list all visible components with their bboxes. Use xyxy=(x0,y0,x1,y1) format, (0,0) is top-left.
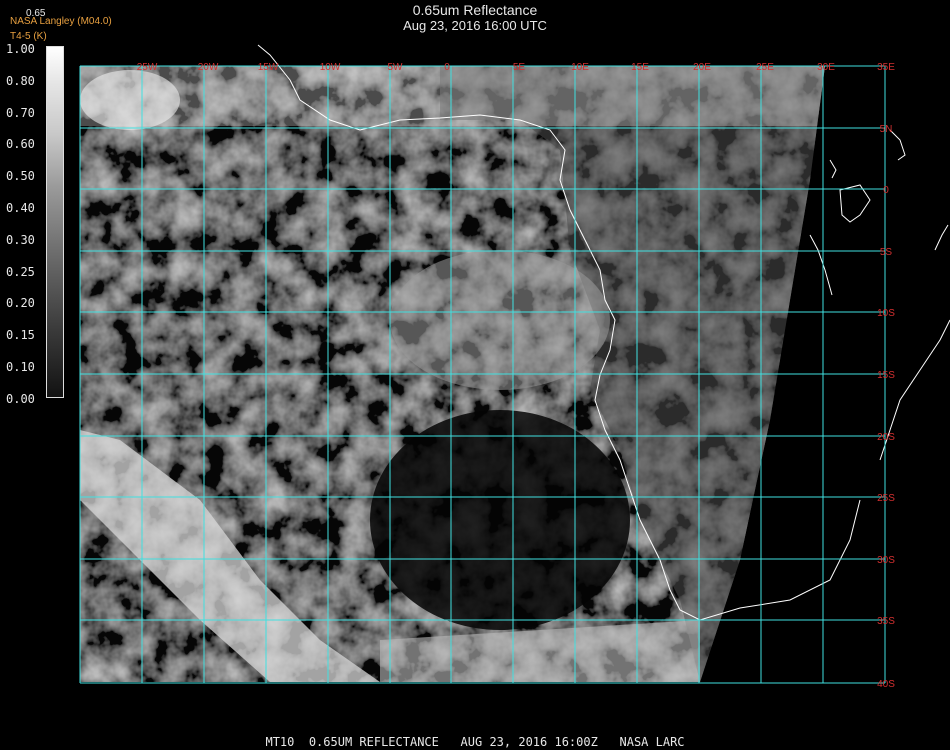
longitude-label: 25E xyxy=(756,62,774,73)
longitude-label: 10E xyxy=(571,62,589,73)
colorbar-tick-label: 0.15 xyxy=(6,328,35,343)
longitude-label: 25W xyxy=(137,62,158,73)
satellite-image-viewer: 25W 20W 15W 10W 5W 0 5E 10E 15E 20E 25E 30E 35E 5N 0 5… xyxy=(0,0,950,750)
colorbar-tick-label: 0.00 xyxy=(6,391,35,406)
satellite-map: 25W 20W 15W 10W 5W 0 5E 10E 15E 20E 25E 30E 35E 5N 0 5… xyxy=(79,44,950,690)
lake-victoria xyxy=(839,184,871,223)
colorbar-tick-label: 0.70 xyxy=(6,105,35,120)
credit-label: NASA Langley (M04.0) xyxy=(10,16,112,27)
longitude-label: 30E xyxy=(817,62,835,73)
latitude-label: 35S xyxy=(877,616,895,627)
footer-caption: MT10 0.65UM REFLECTANCE AUG 23, 2016 16:… xyxy=(265,735,685,749)
colorbar-tick-label: 0.25 xyxy=(6,264,35,279)
latitude-label: 0 xyxy=(883,185,889,196)
longitude-label: 5W xyxy=(388,62,404,73)
colorbar-tick-label: 0.10 xyxy=(6,360,35,374)
longitude-label: 15W xyxy=(258,62,279,73)
latitude-labels: 35E 5N 0 5S 10S 15S 20S 25S 30S 35S 40S xyxy=(877,62,895,690)
latitude-label: 15S xyxy=(877,370,895,381)
longitude-label: 15E xyxy=(631,62,649,73)
longitude-label: 20W xyxy=(198,62,219,73)
longitude-label: 5E xyxy=(513,62,526,73)
latitude-label: 20S xyxy=(877,432,895,443)
colorbar xyxy=(46,46,64,398)
colorbar-tick-label: 1.00 xyxy=(6,42,35,56)
stratocumulus-deck xyxy=(390,250,610,390)
product-title: 0.65um Reflectance xyxy=(412,2,538,18)
units-label: T4-5 (K) xyxy=(10,31,47,42)
longitude-label: 20E xyxy=(693,62,711,73)
colorbar-tick-label: 0.20 xyxy=(6,296,35,311)
latitude-label: 10S xyxy=(877,308,895,319)
latitude-label: 5S xyxy=(880,247,893,258)
colorbar-tick-label: 0.50 xyxy=(6,169,35,184)
timestamp-title: Aug 23, 2016 16:00 UTC xyxy=(403,18,547,33)
lake-outline-small xyxy=(829,159,837,179)
longitude-label: 0 xyxy=(444,62,450,73)
east-coast-fragment xyxy=(934,224,949,251)
imagery-layer xyxy=(80,66,825,682)
clear-ocean-region xyxy=(370,410,630,630)
colorbar-tick-label: 0.60 xyxy=(6,137,35,152)
latitude-label: 35E xyxy=(877,62,895,73)
longitude-label: 10W xyxy=(320,62,341,73)
colorbar-tick-label: 0.80 xyxy=(6,73,35,88)
convective-cluster xyxy=(80,70,180,130)
latitude-label: 30S xyxy=(877,555,895,566)
lake-tanganyika xyxy=(809,234,833,296)
latitude-label: 25S xyxy=(877,493,895,504)
latitude-label: 5N xyxy=(880,124,893,135)
colorbar-tick-label: 0.40 xyxy=(6,201,35,215)
colorbar-tick-label: 0.30 xyxy=(6,232,35,247)
latitude-label: 40S xyxy=(877,679,895,690)
